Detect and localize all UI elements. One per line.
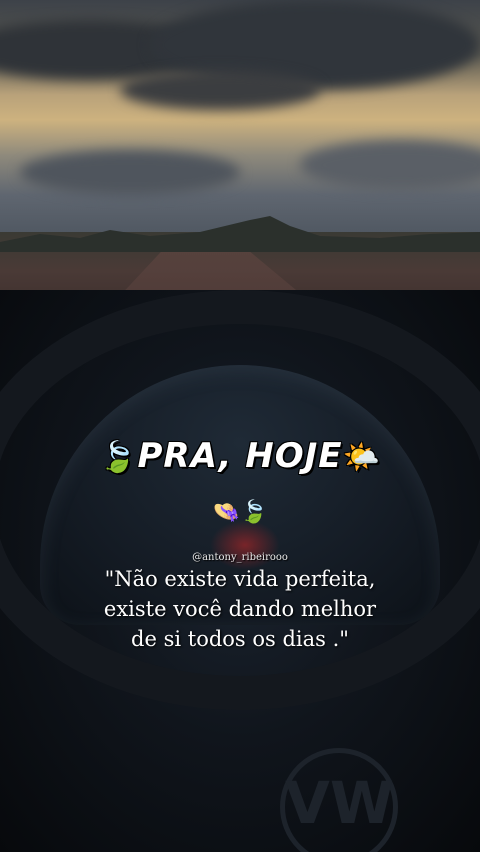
quote-line: de si todos os dias ." bbox=[131, 627, 349, 651]
quote-line: existe você dando melhor bbox=[103, 597, 377, 621]
cloud bbox=[300, 140, 480, 190]
cloud bbox=[20, 150, 240, 195]
headline: 🍃PRA, HOJE🌤️ bbox=[0, 436, 480, 476]
leaf-icon: 🍃 bbox=[99, 440, 138, 475]
headline-text: PRA, HOJE bbox=[137, 436, 343, 476]
photo-scene: VW 🍃PRA, HOJE🌤️ 👒🍃 @antony_ribeirooo "Nã… bbox=[0, 0, 480, 852]
quote-line: "Não existe vida perfeita, bbox=[104, 567, 376, 591]
sun-cloud-icon: 🌤️ bbox=[342, 440, 381, 475]
quote-text: "Não existe vida perfeita, existe você d… bbox=[0, 564, 480, 654]
author-handle: @antony_ribeirooo bbox=[192, 552, 288, 563]
cloud bbox=[120, 70, 320, 110]
emoji-row: 👒🍃 bbox=[212, 500, 268, 525]
treeline bbox=[0, 216, 480, 252]
